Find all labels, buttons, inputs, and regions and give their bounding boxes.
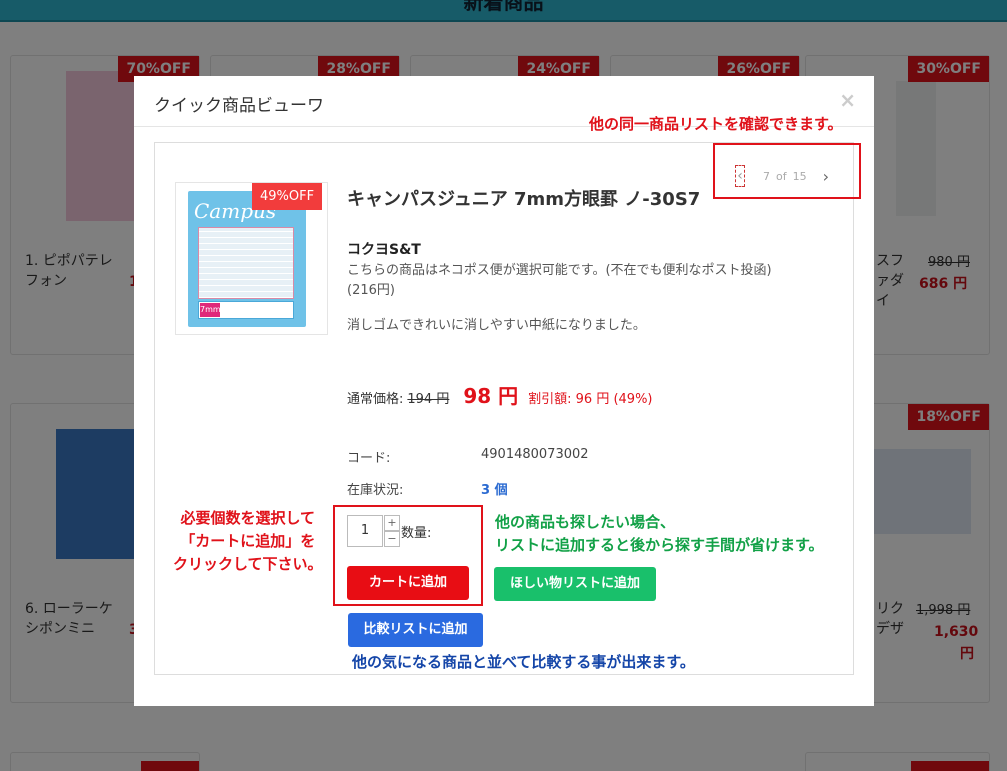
- cart-highlight: 1 + − 数量: カートに追加: [333, 505, 483, 606]
- close-icon[interactable]: ×: [839, 88, 856, 112]
- notebook-grid: [198, 227, 294, 299]
- product-title: キャンパスジュニア 7mm方眼罫 ノ-30S7: [347, 189, 701, 210]
- discount-amount: 割引額: 96 円 (49%): [528, 392, 653, 407]
- discount-badge: 49%OFF: [252, 183, 323, 210]
- sale-price: 98 円: [463, 384, 519, 408]
- stock-label: 在庫状況:: [347, 483, 404, 498]
- shipping-note: こちらの商品はネコポス便が選択可能です。(不在でも便利なポスト投函)(216円): [347, 263, 772, 298]
- regular-price: 194 円: [407, 392, 450, 407]
- cart-annotation-line: 必要個数を選択して: [180, 509, 316, 527]
- product-maker: コクヨS&T: [347, 242, 421, 258]
- add-to-compare-button[interactable]: 比較リストに追加: [348, 613, 483, 647]
- stock-value: 3 個: [481, 483, 508, 498]
- pager-annotation: 他の同一商品リストを確認できます。: [589, 115, 843, 133]
- quantity-label: 数量:: [401, 526, 432, 541]
- notebook-image: Campus 7mm: [188, 191, 306, 327]
- product-description: 消しゴムできれいに消しやすい中紙になりました。: [347, 318, 646, 333]
- quantity-input[interactable]: 1: [347, 515, 383, 547]
- code-label: コード:: [347, 451, 391, 466]
- wishlist-annotation: 他の商品も探したい場合、 リストに追加すると後から探す手間が省けます。: [495, 511, 824, 557]
- notebook-mm-badge: 7mm: [200, 303, 221, 317]
- quick-view-modal: クイック商品ビューワ × Campus 7mm 49%OFF キャンパスジュニア…: [134, 76, 874, 706]
- cart-annotation-line: クリックして下さい。: [173, 555, 323, 573]
- cart-annotation-line: 「カートに追加」を: [180, 532, 316, 550]
- quantity-stepper[interactable]: + −: [384, 515, 400, 547]
- quantity-up-button[interactable]: +: [384, 515, 400, 531]
- modal-title: クイック商品ビューワ: [154, 96, 324, 116]
- product-detail-panel: Campus 7mm 49%OFF キャンパスジュニア 7mm方眼罫 ノ-30S…: [154, 142, 861, 675]
- product-code: 4901480073002: [481, 447, 589, 462]
- wishlist-annotation-line: リストに追加すると後から探す手間が省けます。: [495, 536, 824, 554]
- quantity-down-button[interactable]: −: [384, 531, 400, 547]
- wishlist-annotation-line: 他の商品も探したい場合、: [495, 513, 676, 531]
- next-arrow-icon[interactable]: ›: [823, 167, 829, 186]
- cart-annotation: 必要個数を選択して 「カートに追加」を クリックして下さい。: [173, 507, 323, 576]
- pager-highlight: ‹ 7 of 15 ›: [713, 143, 861, 199]
- pager-current: 7: [763, 169, 770, 183]
- regular-price-label: 通常価格:: [347, 392, 404, 407]
- product-image: Campus 7mm 49%OFF: [175, 182, 328, 335]
- prev-arrow-icon[interactable]: ‹: [735, 165, 745, 187]
- add-to-wishlist-button[interactable]: ほしい物リストに追加: [494, 567, 656, 601]
- pager-of: of: [776, 169, 787, 183]
- add-to-cart-button[interactable]: カートに追加: [347, 566, 469, 600]
- pager-total: 15: [792, 169, 807, 183]
- product-pager: ‹ 7 of 15 ›: [735, 165, 829, 187]
- compare-annotation: 他の気になる商品と並べて比較する事が出来ます。: [352, 653, 695, 671]
- price-row: 通常価格: 194 円 98 円 割引額: 96 円 (49%): [347, 380, 653, 409]
